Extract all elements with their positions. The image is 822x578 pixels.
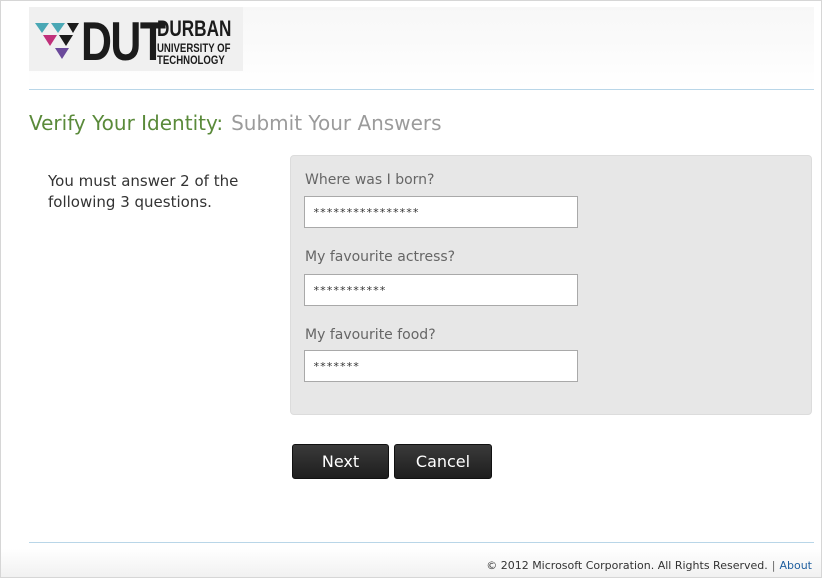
logo-mark: DUT	[81, 10, 166, 72]
question-label-2: My favourite actress?	[305, 249, 456, 265]
cancel-button[interactable]: Cancel	[394, 444, 492, 479]
answer-input-3[interactable]	[304, 350, 578, 382]
about-link[interactable]: About	[779, 559, 812, 572]
page-frame: DUT DURBAN UNIVERSITY OF TECHNOLOGY Veri…	[0, 0, 822, 578]
logo-line-technology: TECHNOLOGY	[157, 53, 225, 67]
footer: © 2012 Microsoft Corporation. All Rights…	[486, 559, 812, 572]
dut-logo: DUT DURBAN UNIVERSITY OF TECHNOLOGY	[29, 7, 243, 71]
page-title-main: Verify Your Identity:	[29, 111, 224, 135]
logo-line-durban: DURBAN	[157, 16, 232, 41]
question-label-3: My favourite food?	[305, 327, 436, 343]
triangle-logo-icon	[35, 23, 79, 59]
instructions-text: You must answer 2 of the following 3 que…	[48, 172, 239, 211]
page-title-sub: Submit Your Answers	[231, 111, 442, 135]
footer-separator: |	[771, 559, 776, 572]
questions-panel: Where was I born? My favourite actress? …	[290, 155, 812, 415]
next-button[interactable]: Next	[292, 444, 389, 479]
copyright-text: © 2012 Microsoft Corporation. All Rights…	[486, 559, 768, 572]
page-title: Verify Your Identity: Submit Your Answers	[29, 111, 442, 135]
header-divider	[29, 89, 814, 90]
answer-input-1[interactable]	[304, 196, 578, 228]
question-label-1: Where was I born?	[305, 172, 435, 188]
answer-input-2[interactable]	[304, 274, 578, 306]
footer-divider	[29, 542, 814, 543]
